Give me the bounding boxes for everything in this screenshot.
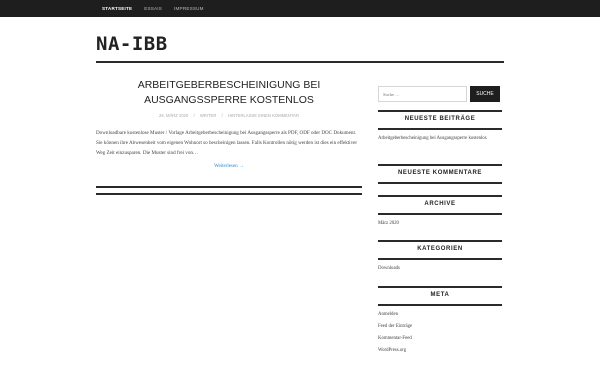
nav-item-essais[interactable]: ESSAIS <box>138 0 168 17</box>
archive-link[interactable]: März 2020 <box>378 221 502 227</box>
widget-divider <box>378 304 502 306</box>
category-link[interactable]: Downloads <box>378 266 502 272</box>
post-comments-link[interactable]: HINTERLASSE EINEN KOMMENTAR <box>228 113 299 118</box>
main-menu: STARTSEITE ESSAIS IMPRESSUM <box>96 0 210 17</box>
meta-link-login[interactable]: Anmelden <box>378 312 502 318</box>
search-widget: SUCHE <box>378 86 502 102</box>
widget-title: NEUESTE KOMMENTARE <box>397 170 483 176</box>
nav-item-startseite[interactable]: STARTSEITE <box>96 0 138 17</box>
post-divider-top <box>96 186 362 188</box>
widget-divider <box>378 128 502 130</box>
post-title[interactable]: ARBEITGEBERBESCHEINIGUNG BEI AUSGANGSSPE… <box>96 78 362 108</box>
read-more-link[interactable]: Weiterlesen → <box>96 164 362 169</box>
widget-title: ARCHIVE <box>424 201 456 207</box>
post-date[interactable]: 26. MÄRZ 2020 <box>159 113 188 118</box>
post-article: ARBEITGEBERBESCHEINIGUNG BEI AUSGANGSSPE… <box>96 78 362 169</box>
post-meta: 26. MÄRZ 2020 / WRITER / HINTERLASSE EIN… <box>96 113 362 118</box>
site-title[interactable]: NA-IBB <box>96 33 168 55</box>
post-author[interactable]: WRITER <box>200 113 217 118</box>
widget-recent-posts: NEUESTE BEITRÄGE Arbeitgeberbescheinigun… <box>378 110 502 148</box>
widget-categories: KATEGORIEN Downloads <box>378 240 502 278</box>
search-input[interactable] <box>378 86 467 102</box>
meta-link-wordpress[interactable]: WordPress.org <box>378 348 502 354</box>
widget-divider <box>378 213 502 215</box>
widget-meta: META Anmelden Feed der Einträge Kommenta… <box>378 286 502 360</box>
header-divider <box>96 61 504 63</box>
meta-link-comments-feed[interactable]: Kommentar-Feed <box>378 336 502 342</box>
nav-item-impressum[interactable]: IMPRESSUM <box>168 0 210 17</box>
post-excerpt: Downloadbare kostenlose Muster / Vorlage… <box>96 130 358 156</box>
widget-recent-comments: NEUESTE KOMMENTARE <box>378 164 502 184</box>
widget-divider <box>378 182 502 184</box>
widget-archive: ARCHIVE März 2020 <box>378 195 502 233</box>
meta-separator: / <box>193 113 195 118</box>
search-button[interactable]: SUCHE <box>470 86 500 102</box>
post-divider-bottom <box>96 193 362 195</box>
meta-link-entries-feed[interactable]: Feed der Einträge <box>378 324 502 330</box>
widget-title: NEUESTE BEITRÄGE <box>404 116 476 122</box>
widget-title: META <box>430 292 450 298</box>
meta-separator: / <box>221 113 223 118</box>
recent-post-link[interactable]: Arbeitgeberbescheinigung bei Ausgangsspe… <box>378 136 502 142</box>
widget-divider <box>378 258 502 260</box>
top-navigation-bar: STARTSEITE ESSAIS IMPRESSUM <box>0 0 600 17</box>
widget-title: KATEGORIEN <box>417 246 463 252</box>
